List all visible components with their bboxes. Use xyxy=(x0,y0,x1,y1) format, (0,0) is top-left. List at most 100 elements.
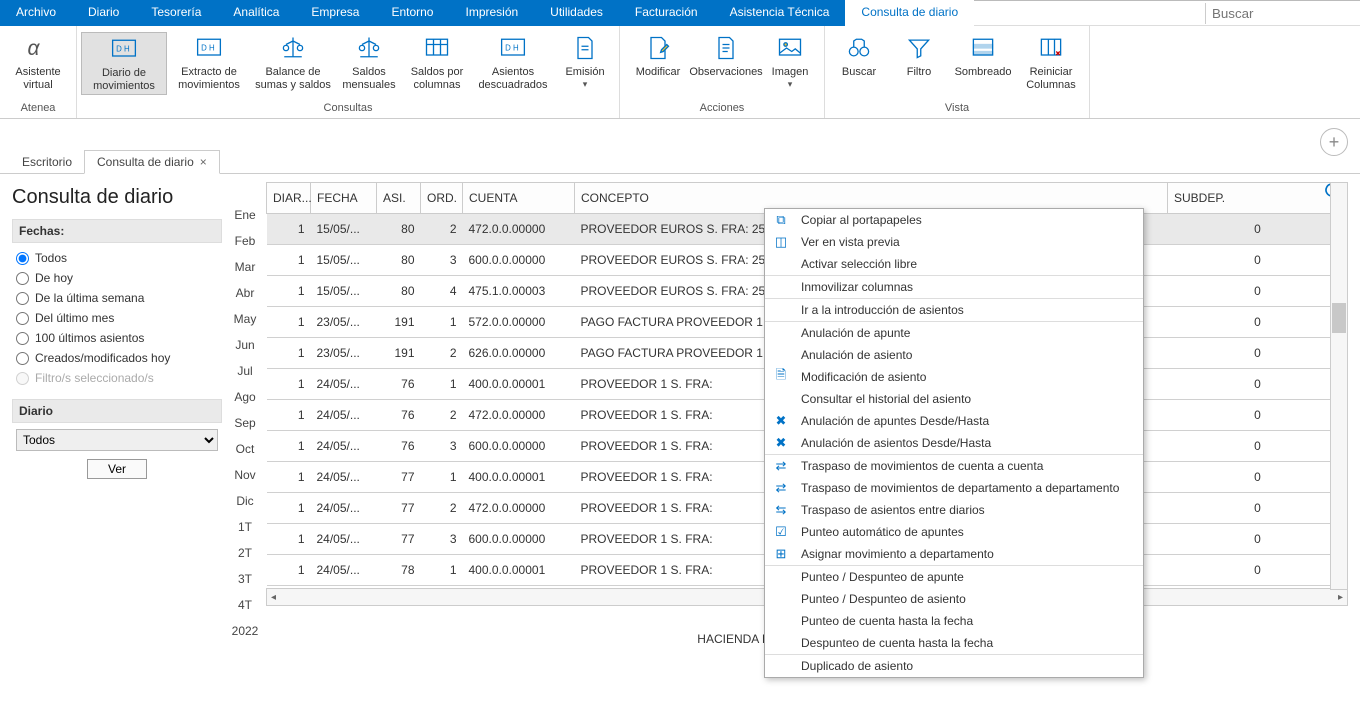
month-oct[interactable]: Oct xyxy=(236,442,255,456)
menu-impresión[interactable]: Impresión xyxy=(449,0,534,26)
ctx-traspaso-de-movimientos-de-departamento-[interactable]: ⇄Traspaso de movimientos de departamento… xyxy=(765,477,1143,499)
svg-text:α: α xyxy=(28,37,41,60)
alpha-icon: α xyxy=(24,34,52,62)
col-diario[interactable]: DIAR... xyxy=(267,183,311,214)
ctx-asignar-movimiento-a-departamento[interactable]: ⊞Asignar movimiento a departamento xyxy=(765,543,1143,565)
month-dic[interactable]: Dic xyxy=(236,494,253,508)
ribbon-group-consultas: Consultas xyxy=(324,100,373,118)
ctx-anulaci-n-de-apuntes-desde-hasta[interactable]: ✖Anulación de apuntes Desde/Hasta xyxy=(765,410,1143,432)
svg-text:D H: D H xyxy=(505,44,519,53)
ctx-modificaci-n-de-asiento[interactable]: 🗎Modificación de asiento xyxy=(765,366,1143,388)
month-column: Ene Feb Mar Abr May Jun Jul Ago Sep Oct Nov Dic 1T 2T… xyxy=(226,182,264,650)
ctx-punteo-autom-tico-de-apuntes[interactable]: ☑Punteo automático de apuntes xyxy=(765,521,1143,543)
ctx-ver-en-vista-previa[interactable]: ◫Ver en vista previa xyxy=(765,231,1143,253)
ribbon-reiniciar-columnas[interactable]: Reiniciar Columnas xyxy=(1017,32,1085,93)
ctx-anulaci-n-de-asientos-desde-hasta[interactable]: ✖Anulación de asientos Desde/Hasta xyxy=(765,432,1143,454)
ribbon-asientos-descuadrados[interactable]: D HAsientos descuadrados xyxy=(471,32,555,93)
menu-archivo[interactable]: Archivo xyxy=(0,0,72,26)
ctx-traspaso-de-asientos-entre-diarios[interactable]: ⇆Traspaso de asientos entre diarios xyxy=(765,499,1143,521)
month-feb[interactable]: Feb xyxy=(235,234,256,248)
preview-icon: ◫ xyxy=(773,234,789,250)
tab-close-icon[interactable]: × xyxy=(200,155,207,169)
ribbon-saldos-mensuales[interactable]: Saldos mensuales xyxy=(335,32,403,93)
menu-entorno[interactable]: Entorno xyxy=(375,0,449,26)
col-ord[interactable]: ORD. xyxy=(421,183,463,214)
col-cuenta[interactable]: CUENTA xyxy=(463,183,575,214)
menu-utilidades[interactable]: Utilidades xyxy=(534,0,619,26)
month-jul[interactable]: Jul xyxy=(237,364,252,378)
month-jun[interactable]: Jun xyxy=(235,338,254,352)
ctx-consultar-el-historial-del-asiento[interactable]: Consultar el historial del asiento xyxy=(765,388,1143,410)
menu-empresa[interactable]: Empresa xyxy=(295,0,375,26)
ctx-anulaci-n-de-apunte[interactable]: Anulación de apunte xyxy=(765,322,1143,344)
month-ago[interactable]: Ago xyxy=(234,390,255,404)
tab-consulta-de-diario[interactable]: Consulta de diario× xyxy=(84,150,220,174)
menu-tesorería[interactable]: Tesorería xyxy=(135,0,217,26)
ctx-anulaci-n-de-asiento[interactable]: Anulación de asiento xyxy=(765,344,1143,366)
del-range-icon: ✖ xyxy=(773,435,789,451)
tab-escritorio[interactable]: Escritorio xyxy=(10,151,84,173)
col-subdep[interactable]: SUBDEP. xyxy=(1168,183,1348,214)
fechas-header: Fechas: xyxy=(12,219,222,243)
filter-de-hoy[interactable]: De hoy xyxy=(16,271,218,285)
fechas-radio-list: Todos De hoy De la última semana Del último… xyxy=(12,243,222,399)
menu-analítica[interactable]: Analítica xyxy=(217,0,295,26)
month-ene[interactable]: Ene xyxy=(234,208,255,222)
doc-icon xyxy=(571,34,599,62)
add-tab-button[interactable]: + xyxy=(1320,128,1348,156)
menu-facturación[interactable]: Facturación xyxy=(619,0,714,26)
ctx-activar-selecci-n-libre[interactable]: Activar selección libre xyxy=(765,253,1143,275)
filter-creados-modificados-hoy[interactable]: Creados/modificados hoy xyxy=(16,351,218,365)
menu-asistencia-técnica[interactable]: Asistencia Técnica xyxy=(714,0,846,26)
ctx-punteo-despunteo-de-apunte[interactable]: Punteo / Despunteo de apunte xyxy=(765,566,1143,588)
col-asi[interactable]: ASI. xyxy=(377,183,421,214)
ribbon-modificar[interactable]: Modificar xyxy=(624,32,692,81)
month-3t[interactable]: 3T xyxy=(238,572,252,586)
ribbon-asistente-virtual[interactable]: αAsistente virtual xyxy=(4,32,72,93)
ribbon-observaciones[interactable]: Observaciones xyxy=(692,32,760,81)
month-1t[interactable]: 1T xyxy=(238,520,252,534)
ribbon-diario-de-movimientos[interactable]: D HDiario de movimientos xyxy=(81,32,167,95)
ribbon-imagen[interactable]: Imagen▾ xyxy=(760,32,820,91)
doc-tabs: EscritorioConsulta de diario× xyxy=(0,149,1360,174)
filter-todos[interactable]: Todos xyxy=(16,251,218,265)
month-mar[interactable]: Mar xyxy=(235,260,256,274)
ribbon-emisión[interactable]: Emisión▾ xyxy=(555,32,615,91)
month-2t[interactable]: 2T xyxy=(238,546,252,560)
ctx-ir-a-la-introducci-n-de-asientos[interactable]: Ir a la introducción de asientos xyxy=(765,299,1143,321)
month-4t[interactable]: 4T xyxy=(238,598,252,612)
ver-button[interactable]: Ver xyxy=(87,459,147,479)
filter-de-la-ltima-semana[interactable]: De la última semana xyxy=(16,291,218,305)
diario-select[interactable]: Todos xyxy=(16,429,218,451)
ribbon-filtro[interactable]: Filtro xyxy=(889,32,949,81)
balance-icon xyxy=(355,34,383,62)
month-may[interactable]: May xyxy=(234,312,257,326)
ribbon-buscar[interactable]: Buscar xyxy=(829,32,889,81)
ctx-traspaso-de-movimientos-de-cuenta-a-cuen[interactable]: ⇄Traspaso de movimientos de cuenta a cue… xyxy=(765,455,1143,477)
ctx-despunteo-de-cuenta-hasta-la-fecha[interactable]: Despunteo de cuenta hasta la fecha xyxy=(765,632,1143,654)
menu-consulta-de-diario[interactable]: Consulta de diario xyxy=(845,0,974,26)
ctx-punteo-de-cuenta-hasta-la-fecha[interactable]: Punteo de cuenta hasta la fecha xyxy=(765,610,1143,632)
ribbon-balance-de-sumas-y-saldos[interactable]: Balance de sumas y saldos xyxy=(251,32,335,93)
ctx-inmovilizar-columnas[interactable]: Inmovilizar columnas xyxy=(765,276,1143,298)
col-fecha[interactable]: FECHA xyxy=(311,183,377,214)
ribbon-sombreado[interactable]: Sombreado xyxy=(949,32,1017,81)
filter-del-ltimo-mes[interactable]: Del último mes xyxy=(16,311,218,325)
tree-icon: ⊞ xyxy=(773,546,789,562)
ctx-duplicado-de-asiento[interactable]: Duplicado de asiento xyxy=(765,655,1143,677)
month-abr[interactable]: Abr xyxy=(236,286,255,300)
month-sep[interactable]: Sep xyxy=(234,416,255,430)
cols-icon xyxy=(423,34,451,62)
filter-100-ltimos-asientos[interactable]: 100 últimos asientos xyxy=(16,331,218,345)
ribbon-extracto-de-movimientos[interactable]: D HExtracto de movimientos xyxy=(167,32,251,93)
ctx-copiar-al-portapapeles[interactable]: ⧉Copiar al portapapeles xyxy=(765,209,1143,231)
month-nov[interactable]: Nov xyxy=(234,468,255,482)
ctx-punteo-despunteo-de-asiento[interactable]: Punteo / Despunteo de asiento xyxy=(765,588,1143,610)
del-range-icon: ✖ xyxy=(773,413,789,429)
month-2022[interactable]: 2022 xyxy=(232,624,259,638)
check-icon: ☑ xyxy=(773,524,789,540)
vertical-scrollbar[interactable] xyxy=(1330,182,1348,590)
ribbon-saldos-por-columnas[interactable]: Saldos por columnas xyxy=(403,32,471,93)
menu-diario[interactable]: Diario xyxy=(72,0,135,26)
search-input[interactable] xyxy=(1205,3,1352,24)
